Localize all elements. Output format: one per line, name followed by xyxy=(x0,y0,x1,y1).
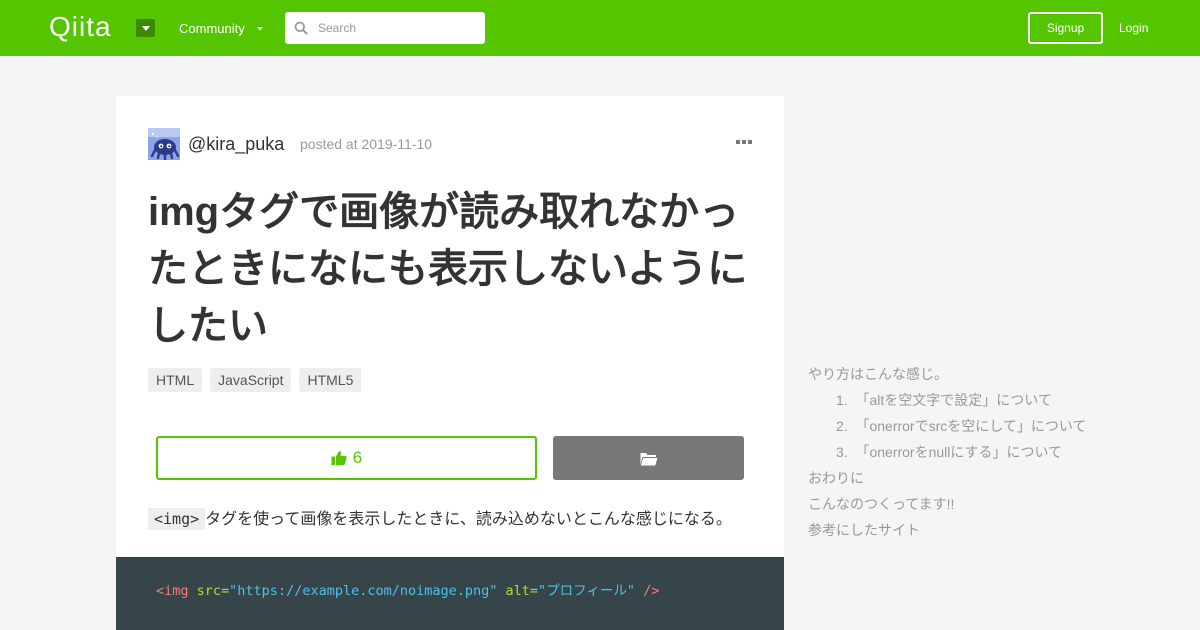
stock-button[interactable] xyxy=(553,436,744,480)
article-body-paragraph: <img> タグを使って画像を表示したときに、読み込めないとこんな感じになる。 xyxy=(148,506,732,533)
code-value-src: "https://example.com/noimage.png" xyxy=(229,583,498,599)
tag-javascript[interactable]: JavaScript xyxy=(210,368,292,392)
author-username[interactable]: @kira_puka xyxy=(188,130,284,158)
toc-item[interactable]: おわりに xyxy=(808,465,1188,491)
toc-item[interactable]: 1. 「altを空文字で設定」について xyxy=(808,387,1188,413)
toc-item[interactable]: 3. 「onerrorをnullにする」について xyxy=(808,439,1188,465)
inline-code: <img> xyxy=(148,508,206,530)
search-input[interactable] xyxy=(318,21,468,35)
code-tag-open: <img xyxy=(156,583,189,599)
dot xyxy=(742,140,746,144)
code-block: <img src="https://example.com/noimage.pn… xyxy=(116,557,784,630)
code-attr-alt: alt= xyxy=(505,583,539,599)
chevron-down-icon xyxy=(141,25,150,31)
article-title: imgタグで画像が読み取れなかったときになにも表示しないようにしたい xyxy=(148,190,748,348)
toc-item[interactable]: こんなのつくってます!! xyxy=(808,491,1188,517)
login-link[interactable]: Login xyxy=(1119,19,1148,37)
code-value-alt: "プロフィール" xyxy=(538,583,636,599)
code-attr-src: src= xyxy=(196,583,230,599)
thumbs-up-icon xyxy=(331,451,347,465)
like-button[interactable]: 6 xyxy=(156,436,537,480)
logo-menu-button[interactable] xyxy=(136,19,155,37)
tag-html[interactable]: HTML xyxy=(148,368,203,392)
paragraph-text: タグを使って画像を表示したときに、読み込めないとこんな感じになる。 xyxy=(205,511,732,528)
search-box[interactable] xyxy=(285,12,485,44)
tag-html5[interactable]: HTML5 xyxy=(299,368,362,392)
community-label: Community xyxy=(179,21,245,36)
toc-item[interactable]: 2. 「onerrorでsrcを空にして」について xyxy=(808,413,1188,439)
table-of-contents: やり方はこんな感じ。 1. 「altを空文字で設定」について 2. 「onerr… xyxy=(808,361,1188,543)
qiita-logo[interactable]: Qiita xyxy=(49,11,112,43)
toc-item[interactable]: 参考にしたサイト xyxy=(808,517,1188,543)
more-options-icon[interactable] xyxy=(736,140,752,144)
article-card: @kira_puka posted at 2019-11-10 imgタグで画像… xyxy=(116,96,784,630)
caret-down-icon xyxy=(256,27,263,31)
posted-date: posted at 2019-11-10 xyxy=(300,136,433,152)
dot xyxy=(748,140,752,144)
toc-item[interactable]: やり方はこんな感じ。 xyxy=(808,361,1188,387)
code-tag-close: /> xyxy=(643,583,660,599)
signup-button[interactable]: Signup xyxy=(1028,12,1103,44)
user-avatar[interactable] xyxy=(148,128,180,160)
folder-open-icon xyxy=(640,452,657,465)
dot xyxy=(736,140,740,144)
global-header: Qiita Community Signup Login xyxy=(0,0,1200,56)
community-dropdown[interactable]: Community xyxy=(179,20,263,38)
like-count: 6 xyxy=(352,448,363,467)
search-icon xyxy=(294,21,308,35)
tag-list: HTML JavaScript HTML5 xyxy=(148,368,362,392)
